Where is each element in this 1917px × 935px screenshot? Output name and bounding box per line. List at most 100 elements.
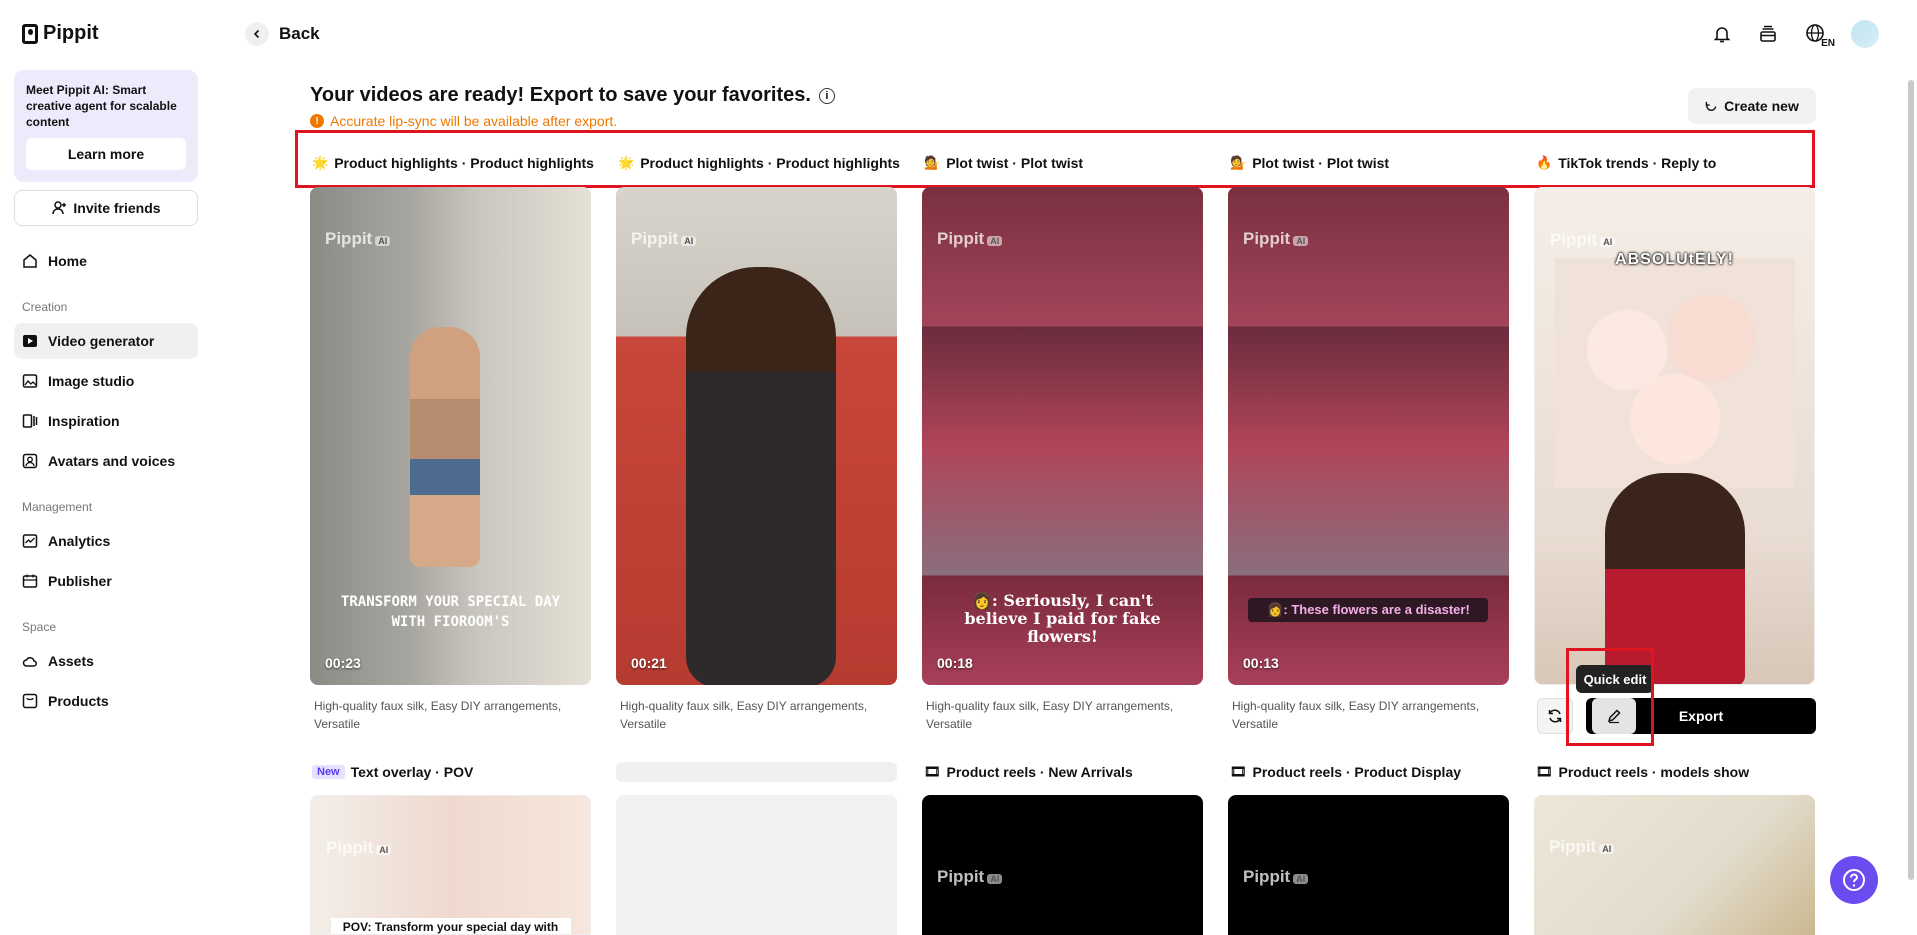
section-label-creation: Creation <box>22 300 68 314</box>
watermark-text: Pippit <box>631 229 679 248</box>
language-globe-icon[interactable]: EN <box>1801 21 1835 49</box>
sidebar-item-publisher[interactable]: Publisher <box>14 563 198 599</box>
help-button[interactable] <box>1830 856 1878 904</box>
invite-friends-label: Invite friends <box>73 200 161 216</box>
video-thumbnail[interactable]: Pippit AI 👩: Seriously, I can't believe I… <box>922 187 1203 685</box>
sun-icon: 🌟 <box>312 155 329 170</box>
page-title: Your videos are ready! Export to save yo… <box>310 84 835 107</box>
video-thumbnail[interactable]: Pippit AI TRANSFORM YOUR SPECIAL DAY WITH… <box>310 187 591 685</box>
video-caption: ABSOLUtELY! <box>1615 251 1734 268</box>
video-thumbnail[interactable]: Pippit AI POV: Transform your special day… <box>310 795 591 935</box>
video-thumbnail[interactable]: Pippit AI <box>1228 795 1509 935</box>
watermark: Pippit AI <box>326 838 392 858</box>
watermark-text: Pippit <box>1550 230 1598 249</box>
page-title-text: Your videos are ready! Export to save yo… <box>310 84 811 106</box>
video-thumbnail[interactable]: Pippit AI <box>922 795 1203 935</box>
card-title-placeholder <box>616 762 897 782</box>
card-title: 🎞 Product reels · models show <box>1536 764 1749 780</box>
watermark: Pippit AI <box>937 229 1003 249</box>
card-title: New Text overlay · POV <box>312 764 473 780</box>
film-icon: 🎞 <box>1230 764 1247 779</box>
create-new-button[interactable]: Create new <box>1688 88 1816 124</box>
promo-text: Meet Pippit AI: Smart creative agent for… <box>26 83 177 129</box>
sidebar-item-avatars-and-voices[interactable]: Avatars and voices <box>14 443 198 479</box>
card-title: 🔥 TikTok trends · Reply to <box>1536 155 1716 171</box>
card-title-text: TikTok trends · Reply to <box>1558 155 1717 171</box>
image-icon <box>22 374 38 388</box>
sidebar-item-label: Home <box>48 253 87 269</box>
warning-icon: ! <box>310 114 324 128</box>
video-caption: 👩: These flowers are a disaster! <box>1267 602 1470 617</box>
sidebar-item-label: Video generator <box>48 333 155 349</box>
watermark: Pippit AI <box>631 229 697 249</box>
refresh-icon <box>1705 101 1717 111</box>
watermark-badge: AI <box>376 845 392 855</box>
quick-edit-tooltip: Quick edit <box>1576 665 1654 693</box>
sun-icon: 🌟 <box>618 155 635 170</box>
video-thumbnail[interactable]: Pippit AI 00:21 <box>616 187 897 685</box>
scrollbar-thumb[interactable] <box>1908 80 1914 880</box>
video-thumbnail[interactable]: Pippit AI ABSOLUtELY! <box>1534 187 1815 685</box>
top-toolbar: EN <box>1709 20 1879 49</box>
sidebar-item-assets[interactable]: Assets <box>14 643 198 679</box>
sidebar-item-label: Products <box>48 693 109 709</box>
card-title: 💁 Plot twist · Plot twist <box>924 155 1083 171</box>
card-title-text: Product highlights · Product highlights <box>334 155 594 171</box>
card-title: 🎞 Product reels · New Arrivals <box>924 764 1133 780</box>
sidebar-item-image-studio[interactable]: Image studio <box>14 363 198 399</box>
analytics-icon <box>22 534 38 548</box>
pencil-icon <box>1607 709 1621 724</box>
watermark-badge: AI <box>1293 874 1309 884</box>
watermark: Pippit AI <box>937 867 1003 887</box>
person-figure <box>686 267 836 685</box>
sidebar-item-inspiration[interactable]: Inspiration <box>14 403 198 439</box>
watermark-text: Pippit <box>1243 867 1291 886</box>
back-button[interactable]: Back <box>245 22 320 46</box>
invite-friends-button[interactable]: Invite friends <box>14 190 198 226</box>
home-icon <box>23 254 37 268</box>
card-title: 🌟 Product highlights · Product highlights <box>618 155 900 171</box>
card-title-text: Product reels · Product Display <box>1252 764 1462 780</box>
quick-edit-button[interactable] <box>1592 698 1636 734</box>
fire-icon: 🔥 <box>1536 155 1553 170</box>
learn-more-button[interactable]: Learn more <box>26 138 186 170</box>
watermark-badge: AI <box>375 236 391 246</box>
flower-bouquet <box>1555 258 1795 488</box>
sidebar-item-products[interactable]: Products <box>14 683 198 719</box>
watermark-badge: AI <box>1293 236 1309 246</box>
user-avatar[interactable] <box>1851 20 1879 48</box>
info-icon[interactable]: i <box>818 87 835 104</box>
watermark-text: Pippit <box>326 838 374 857</box>
sidebar-item-home[interactable]: Home <box>14 243 198 279</box>
page-scrollbar[interactable] <box>1905 70 1917 935</box>
card-description: High-quality faux silk, Easy DIY arrange… <box>1232 699 1480 731</box>
sidebar-item-video-generator[interactable]: Video generator <box>14 323 198 359</box>
app-root: Pippit Meet Pippit AI: Smart creative ag… <box>0 0 1917 935</box>
card-title-text: Product highlights · Product highlights <box>640 155 900 171</box>
card-description: High-quality faux silk, Easy DIY arrange… <box>926 699 1174 731</box>
back-label: Back <box>279 24 320 43</box>
video-duration: 00:18 <box>937 655 973 671</box>
avatar-icon <box>22 453 38 469</box>
video-thumbnail[interactable]: Pippit AI <box>1534 795 1815 935</box>
brand-logo[interactable]: Pippit <box>22 22 99 45</box>
sidebar-item-label: Publisher <box>48 573 112 589</box>
brand-name: Pippit <box>43 22 99 44</box>
pippit-logo-icon <box>22 23 38 44</box>
film-icon: 🎞 <box>1536 764 1553 779</box>
sidebar-item-analytics[interactable]: Analytics <box>14 523 198 559</box>
lip-sync-warning: ! Accurate lip-sync will be available af… <box>310 113 617 129</box>
regenerate-button[interactable] <box>1537 698 1573 734</box>
section-label-management: Management <box>22 500 93 514</box>
calendar-icon <box>22 574 38 588</box>
bell-icon[interactable] <box>1709 21 1735 47</box>
product-icon <box>22 693 38 709</box>
video-thumbnail-loading <box>616 795 897 935</box>
warning-text: Accurate lip-sync will be available afte… <box>330 113 618 129</box>
sidebar-item-label: Assets <box>48 653 94 669</box>
watermark-badge: AI <box>1599 844 1615 854</box>
video-duration: 00:21 <box>631 655 667 671</box>
video-thumbnail[interactable]: Pippit AI 👩: These flowers are a disaster… <box>1228 187 1509 685</box>
sidebar: Pippit Meet Pippit AI: Smart creative ag… <box>0 0 212 935</box>
stack-icon[interactable] <box>1755 21 1781 47</box>
